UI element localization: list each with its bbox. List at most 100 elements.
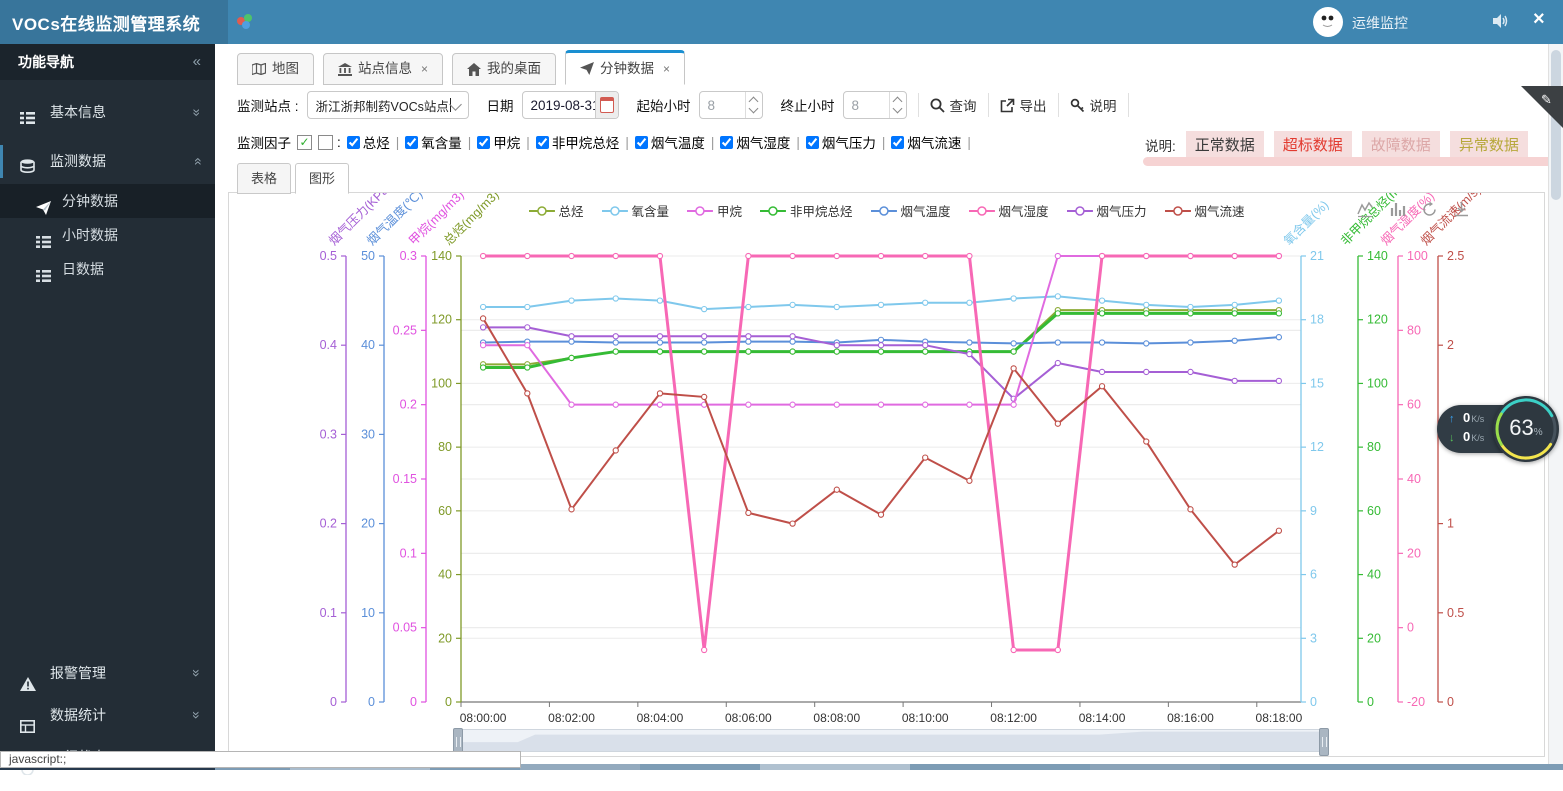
start-hour-stepper[interactable]: 8 (699, 91, 763, 119)
tab-minute-data[interactable]: 分钟数据 × (565, 50, 685, 85)
sidebar-item-basic-info[interactable]: 基本信息 » (0, 96, 215, 129)
legend-item-7[interactable]: 烟气流速 (1165, 201, 1245, 220)
y-tick-label: 2.5 (1447, 249, 1464, 263)
tab-close-icon[interactable]: × (421, 54, 428, 84)
tab-chart-view[interactable]: 图形 (295, 163, 349, 194)
upload-arrow-icon: ↑ (1449, 413, 1463, 425)
factor-item-2[interactable]: 甲烷| (477, 132, 530, 152)
legend-item-6[interactable]: 烟气压力 (1067, 201, 1147, 220)
date-input[interactable]: 2019-08-31 (522, 91, 619, 119)
series-line-烟气湿度 (483, 256, 1279, 650)
legend-item-2[interactable]: 甲烷 (687, 201, 742, 220)
help-button[interactable]: 说明 (1070, 95, 1117, 115)
chevron-down-icon[interactable] (892, 104, 902, 114)
y-tick-label: 120 (431, 313, 452, 327)
tab-close-icon[interactable]: × (663, 54, 670, 84)
chevron-down-icon[interactable] (748, 104, 758, 114)
help-label: 说明 (1090, 95, 1117, 115)
legend-label: 总烃 (558, 201, 583, 220)
line-chart[interactable]: 08:00:0008:02:0008:04:0008:06:0008:08:00… (229, 193, 1544, 756)
sidebar-item-statistics[interactable]: 数据统计 » (0, 694, 215, 736)
sidebar-item-monitor-data[interactable]: 监测数据 » (0, 145, 215, 178)
search-icon (930, 98, 945, 113)
list-icon (36, 261, 51, 295)
y-tick-label: 2 (1447, 338, 1454, 352)
legend-marker-icon (601, 205, 627, 217)
save-image-icon[interactable] (1453, 201, 1470, 218)
divider (1058, 93, 1059, 117)
station-select[interactable]: 浙江浙邦制药VOCs站点 (307, 91, 469, 119)
y-tick-label: 0.15 (393, 472, 417, 486)
factor-item-7[interactable]: 烟气流速| (891, 132, 971, 152)
sidebar-subitem-minute-data[interactable]: 分钟数据 (0, 184, 215, 218)
y-tick-label: 60 (1407, 398, 1421, 412)
tab-my-desktop[interactable]: 我的桌面 (452, 53, 556, 85)
avatar[interactable] (1313, 7, 1343, 37)
y-tick-label: 40 (1407, 472, 1421, 486)
datazoom-slider[interactable] (456, 729, 1326, 752)
factor-item-1[interactable]: 氧含量| (405, 132, 471, 152)
legend-item-5[interactable]: 烟气湿度 (969, 201, 1049, 220)
query-button[interactable]: 查询 (930, 95, 977, 115)
datazoom-right-handle[interactable] (1319, 728, 1329, 756)
legend-item-4[interactable]: 烟气温度 (871, 201, 951, 220)
factor-item-4[interactable]: 烟气温度| (635, 132, 715, 152)
tab-label: 我的桌面 (487, 54, 541, 84)
export-label: 导出 (1020, 95, 1047, 115)
restore-icon[interactable] (1421, 201, 1438, 218)
sidebar-collapse-icon[interactable]: « (193, 44, 201, 80)
factor-item-5[interactable]: 烟气湿度| (720, 132, 800, 152)
legend-item-1[interactable]: 氧含量 (601, 201, 669, 220)
export-button[interactable]: 导出 (1000, 95, 1047, 115)
factor-checkbox[interactable] (806, 136, 819, 149)
calendar-button[interactable] (595, 92, 618, 118)
select-none-checkbox[interactable] (318, 135, 333, 150)
divider (1128, 93, 1129, 117)
factor-item-0[interactable]: 总烃| (347, 132, 400, 152)
stepper-arrows[interactable] (745, 92, 762, 118)
separator: | (882, 135, 886, 150)
sidebar-item-alarm[interactable]: 报警管理 » (0, 652, 215, 694)
line-chart-icon[interactable] (1357, 201, 1374, 218)
select-all-checkbox[interactable]: ✓ (297, 135, 312, 150)
tab-station-info[interactable]: 站点信息 × (323, 53, 443, 85)
legend-item-0[interactable]: 总烃 (528, 201, 583, 220)
tab-map[interactable]: 地图 (237, 53, 314, 85)
y-tick-label: 12 (1310, 440, 1324, 454)
factor-item-3[interactable]: 非甲烷总烃| (536, 132, 629, 152)
factor-checkbox[interactable] (477, 136, 490, 149)
y-tick-label: 140 (431, 249, 452, 263)
status-tooltip: javascript:; (0, 751, 521, 768)
percent-value: 63 (1509, 415, 1533, 440)
tab-label: 站点信息 (358, 54, 412, 84)
axis-title: 氧含量(%) (1281, 197, 1332, 248)
divider (918, 93, 919, 117)
factor-item-6[interactable]: 烟气压力| (806, 132, 886, 152)
y-tick-label: 80 (438, 440, 452, 454)
tab-table-view[interactable]: 表格 (237, 163, 291, 194)
sidebar-subitem-day-data[interactable]: 日数据 (0, 252, 215, 286)
user-name[interactable]: 运维监控 (1352, 13, 1408, 33)
app-title: VOCs在线监测管理系统 (12, 10, 200, 35)
sidebar-subitem-hour-data[interactable]: 小时数据 (0, 218, 215, 252)
divider (988, 93, 989, 117)
legend-item-3[interactable]: 非甲烷总烃 (760, 201, 853, 220)
factor-checkbox[interactable] (405, 136, 418, 149)
factor-label: 烟气温度 (651, 132, 705, 152)
close-icon[interactable]: × (1533, 8, 1545, 31)
factor-checkbox[interactable] (347, 136, 360, 149)
download-speed: 0 (1463, 429, 1470, 444)
sidebar: 功能导航 « 基本信息 » 监测数据 » 分钟数据 小时数据 (0, 44, 215, 770)
speaker-icon[interactable] (1492, 13, 1510, 32)
stepper-arrows[interactable] (889, 92, 906, 118)
factor-checkbox[interactable] (720, 136, 733, 149)
bar-chart-icon[interactable] (1389, 201, 1406, 218)
factor-checkbox[interactable] (635, 136, 648, 149)
upload-unit: K/s (1471, 414, 1484, 424)
factor-checkbox[interactable] (891, 136, 904, 149)
end-hour-stepper[interactable]: 8 (843, 91, 907, 119)
factor-bar: 监测因子 ✓ : 总烃|氧含量|甲烷|非甲烷总烃|烟气温度|烟气湿度|烟气压力|… (237, 128, 971, 156)
data-legend-label: 说明: (1145, 135, 1176, 155)
factor-checkbox[interactable] (536, 136, 549, 149)
y-tick-label: 21 (1310, 249, 1324, 263)
